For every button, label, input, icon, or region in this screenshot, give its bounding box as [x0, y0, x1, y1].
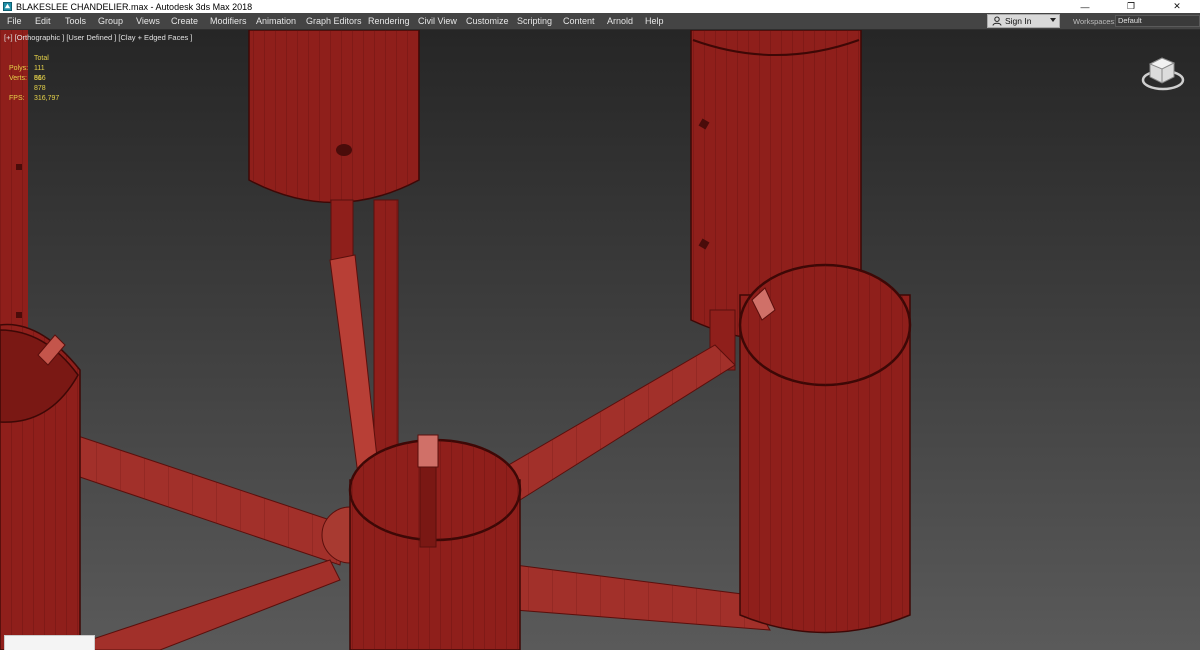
- verts-label: Verts:: [9, 75, 27, 82]
- stats-header: Total: [34, 55, 49, 62]
- app-icon: [3, 2, 12, 11]
- menu-create[interactable]: Create: [171, 16, 198, 26]
- scene-3d[interactable]: [0, 30, 1200, 650]
- menu-customize[interactable]: Customize: [466, 16, 509, 26]
- menu-modifiers[interactable]: Modifiers: [210, 16, 247, 26]
- polys-label: Polys:: [9, 65, 29, 72]
- close-icon[interactable]: ✕: [1154, 0, 1200, 13]
- menu-content[interactable]: Content: [563, 16, 595, 26]
- sign-in-label: Sign In: [1005, 16, 1032, 26]
- restore-icon[interactable]: ❐: [1108, 0, 1154, 13]
- viewport-label[interactable]: [+] [Orthographic ] [User Defined ] [Cla…: [4, 33, 192, 42]
- candle-cup-left-front: [0, 323, 81, 650]
- title-bar: BLAKESLEE CHANDELIER.max - Autodesk 3ds …: [0, 0, 1200, 13]
- viewport[interactable]: [+] [Orthographic ] [User Defined ] [Cla…: [0, 30, 1200, 650]
- menu-file[interactable]: File: [7, 16, 22, 26]
- menu-edit[interactable]: Edit: [35, 16, 51, 26]
- window-title: BLAKESLEE CHANDELIER.max - Autodesk 3ds …: [16, 1, 253, 12]
- user-icon: [992, 16, 1002, 26]
- menu-scripting[interactable]: Scripting: [517, 16, 552, 26]
- minimize-icon[interactable]: —: [1062, 0, 1108, 13]
- menu-civil-view[interactable]: Civil View: [418, 16, 457, 26]
- menu-graph-editors[interactable]: Graph Editors: [306, 16, 362, 26]
- candle-cup-top-center: [248, 30, 420, 471]
- menu-arnold[interactable]: Arnold: [607, 16, 633, 26]
- workspaces-dropdown[interactable]: Default: [1115, 15, 1200, 27]
- menu-tools[interactable]: Tools: [65, 16, 86, 26]
- menu-animation[interactable]: Animation: [256, 16, 296, 26]
- fps-label: FPS:: [9, 95, 25, 102]
- workspaces-label: Workspaces:: [1073, 17, 1117, 26]
- viewcube-icon[interactable]: [1140, 50, 1186, 92]
- mini-listener-panel[interactable]: [4, 635, 95, 650]
- menu-group[interactable]: Group: [98, 16, 123, 26]
- fps-value: 316,797: [34, 95, 60, 102]
- menu-rendering[interactable]: Rendering: [368, 16, 410, 26]
- candle-cup-center-front: [348, 434, 522, 650]
- candle-cup-right-front: [738, 263, 912, 634]
- menu-help[interactable]: Help: [645, 16, 664, 26]
- chevron-down-icon: [1050, 18, 1056, 22]
- menu-views[interactable]: Views: [136, 16, 160, 26]
- sign-in-button[interactable]: Sign In: [987, 14, 1060, 28]
- verts-value: 56 878: [34, 75, 46, 92]
